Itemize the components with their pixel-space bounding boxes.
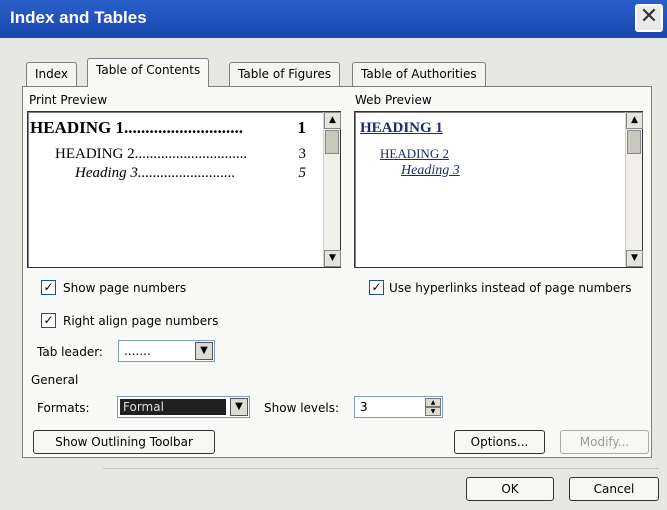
web-preview-box: HEADING 1 HEADING 2 Heading 3 ▲ ▼ xyxy=(354,111,643,268)
close-button[interactable]: ✕ xyxy=(635,4,663,32)
spin-up-button[interactable]: ▲ xyxy=(425,398,441,407)
show-page-numbers-checkbox[interactable]: ✓ xyxy=(41,280,56,295)
formats-label: Formats: xyxy=(37,401,90,415)
tab-label: Table of Figures xyxy=(238,67,332,81)
modify-button[interactable]: Modify... xyxy=(560,430,649,454)
tab-label: Index xyxy=(35,67,69,81)
window-title: Index and Tables xyxy=(10,8,147,27)
heading-text: Heading 3 xyxy=(75,165,138,181)
show-levels-label: Show levels: xyxy=(264,401,340,415)
cancel-button[interactable]: Cancel xyxy=(569,477,659,501)
heading-text: HEADING 1 xyxy=(30,118,124,137)
scroll-up-button[interactable]: ▲ xyxy=(324,112,341,129)
page-number: 1 xyxy=(295,118,306,138)
page-number: 3 xyxy=(296,146,306,163)
tab-leader-dropdown[interactable]: ....... ▼ xyxy=(118,340,215,362)
tab-table-of-contents[interactable]: Table of Contents xyxy=(87,58,210,87)
scroll-down-icon: ▼ xyxy=(329,253,336,263)
print-preview-label: Print Preview xyxy=(29,93,108,107)
ok-button[interactable]: OK xyxy=(466,477,554,501)
tab-index[interactable]: Index xyxy=(26,62,78,86)
options-button[interactable]: Options... xyxy=(454,430,545,454)
print-heading-3: Heading 3.......................... 5 xyxy=(75,165,306,182)
scroll-up-icon: ▲ xyxy=(631,115,638,125)
scroll-up-icon: ▲ xyxy=(329,115,336,125)
scroll-up-button[interactable]: ▲ xyxy=(626,112,643,129)
spin-up-icon: ▲ xyxy=(430,399,436,406)
close-icon: ✕ xyxy=(639,4,659,29)
scroll-down-button[interactable]: ▼ xyxy=(626,250,643,267)
spin-down-button[interactable]: ▼ xyxy=(425,407,441,416)
tab-label: Table of Authorities xyxy=(361,67,477,81)
scroll-down-button[interactable]: ▼ xyxy=(324,250,341,267)
web-heading-3-link[interactable]: Heading 3 xyxy=(401,163,460,179)
check-icon: ✓ xyxy=(43,280,54,294)
show-levels-spinner[interactable]: 3 ▲ ▼ xyxy=(354,396,443,418)
title-bar: Index and Tables ✕ xyxy=(0,0,667,38)
spin-down-icon: ▼ xyxy=(430,408,436,415)
show-page-numbers-label: Show page numbers xyxy=(63,281,187,295)
tab-leader-value: ....... xyxy=(124,344,151,358)
use-hyperlinks-checkbox[interactable]: ✓ xyxy=(369,280,384,295)
tab-label: Table of Contents xyxy=(96,63,201,77)
leader-dots: .............................. xyxy=(134,146,248,162)
scroll-down-icon: ▼ xyxy=(631,253,638,263)
page-number: 5 xyxy=(296,165,306,182)
chevron-down-icon: ▼ xyxy=(235,401,243,412)
web-heading-1-link[interactable]: HEADING 1 xyxy=(360,120,443,137)
tab-table-of-authorities[interactable]: Table of Authorities xyxy=(352,62,486,86)
check-icon: ✓ xyxy=(371,280,382,294)
chevron-down-icon: ▼ xyxy=(200,345,208,356)
formats-selected-value: Formal xyxy=(120,399,226,415)
show-levels-value: 3 xyxy=(360,400,368,414)
general-group-label: General xyxy=(31,373,79,387)
use-hyperlinks-label: Use hyperlinks instead of page numbers xyxy=(389,281,632,295)
dropdown-button[interactable]: ▼ xyxy=(195,342,213,360)
dropdown-button[interactable]: ▼ xyxy=(230,398,248,416)
web-heading-2-link[interactable]: HEADING 2 xyxy=(380,146,449,162)
print-preview-scrollbar[interactable]: ▲ ▼ xyxy=(323,112,341,267)
leader-dots: .......................... xyxy=(137,165,236,181)
formats-dropdown[interactable]: Formal ▼ xyxy=(117,396,250,418)
right-align-page-numbers-label: Right align page numbers xyxy=(63,314,219,328)
tab-table-of-figures[interactable]: Table of Figures xyxy=(229,62,341,86)
web-preview-label: Web Preview xyxy=(355,93,432,107)
scroll-thumb[interactable] xyxy=(325,130,339,154)
heading-text: HEADING 2 xyxy=(55,146,135,162)
print-heading-2: HEADING 2.............................. … xyxy=(55,146,306,163)
scroll-thumb[interactable] xyxy=(627,130,641,154)
web-preview-scrollbar[interactable]: ▲ ▼ xyxy=(625,112,643,267)
table-of-contents-panel: Print Preview HEADING 1.................… xyxy=(22,86,659,469)
tab-leader-label: Tab leader: xyxy=(37,345,103,359)
print-preview-box: HEADING 1............................ 1 … xyxy=(27,111,341,268)
show-outlining-toolbar-button[interactable]: Show Outlining Toolbar xyxy=(33,430,215,454)
check-icon: ✓ xyxy=(43,313,54,327)
right-align-page-numbers-checkbox[interactable]: ✓ xyxy=(41,313,56,328)
print-heading-1: HEADING 1............................ 1 xyxy=(30,118,306,138)
general-divider xyxy=(103,468,659,469)
leader-dots: ............................ xyxy=(123,118,243,137)
